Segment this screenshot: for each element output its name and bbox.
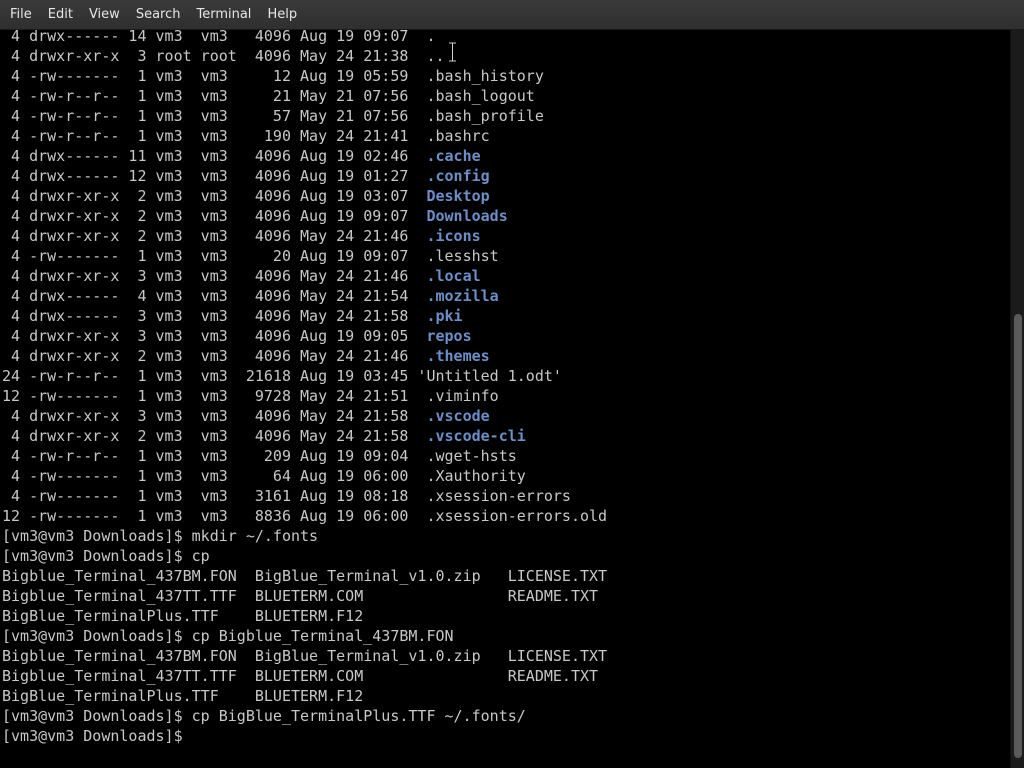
listing-attributes: 4 drwxr-xr-x 3 root root 4096 May 24 21:…	[2, 47, 427, 65]
listing-line: 4 -rw-r--r-- 1 vm3 vm3 209 Aug 19 09:04 …	[2, 446, 517, 466]
listing-attributes: 4 drwxr-xr-x 3 vm3 vm3 4096 May 24 21:46	[2, 267, 427, 285]
listing-attributes: 4 drwxr-xr-x 2 vm3 vm3 4096 May 24 21:46	[2, 227, 427, 245]
listing-line: 4 drwxr-xr-x 2 vm3 vm3 4096 May 24 21:46…	[2, 346, 490, 366]
prompt-line: [vm3@vm3 Downloads]$ mkdir ~/.fonts	[2, 527, 319, 545]
listing-attributes: 4 -rw------- 1 vm3 vm3 64 Aug 19 06:00	[2, 467, 427, 485]
file-name: .Xauthority	[426, 467, 526, 485]
directory-name: Downloads	[426, 207, 508, 225]
directory-name: .pki	[426, 307, 463, 325]
listing-line: 4 -rw------- 1 vm3 vm3 64 Aug 19 06:00 .…	[2, 466, 526, 486]
listing-attributes: 4 drwx------ 14 vm3 vm3 4096 Aug 19 09:0…	[2, 30, 427, 45]
menu-terminal[interactable]: Terminal	[188, 0, 259, 30]
file-name: .bash_profile	[426, 107, 544, 125]
output-line: Bigblue_Terminal_437BM.FON BigBlue_Termi…	[2, 567, 608, 585]
menu-help[interactable]: Help	[259, 0, 305, 30]
listing-line: 4 drwx------ 12 vm3 vm3 4096 Aug 19 01:2…	[2, 166, 490, 186]
listing-line: 4 drwxr-xr-x 2 vm3 vm3 4096 May 24 21:58…	[2, 426, 526, 446]
listing-line: 4 drwxr-xr-x 3 vm3 vm3 4096 Aug 19 09:05…	[2, 326, 472, 346]
listing-attributes: 4 -rw-r--r-- 1 vm3 vm3 21 May 21 07:56	[2, 87, 427, 105]
listing-line: 4 drwx------ 3 vm3 vm3 4096 May 24 21:58…	[2, 306, 463, 326]
listing-line: 24 -rw-r--r-- 1 vm3 vm3 21618 Aug 19 03:…	[2, 366, 562, 386]
listing-attributes: 4 -rw------- 1 vm3 vm3 20 Aug 19 09:07	[2, 247, 427, 265]
directory-name: .cache	[426, 147, 481, 165]
directory-name: .icons	[426, 227, 481, 245]
listing-attributes: 4 drwxr-xr-x 3 vm3 vm3 4096 May 24 21:58	[2, 407, 427, 425]
listing-line: 4 -rw-r--r-- 1 vm3 vm3 57 May 21 07:56 .…	[2, 106, 544, 126]
directory-name: .vscode-cli	[426, 427, 526, 445]
output-line: BigBlue_TerminalPlus.TTF BLUETERM.F12	[2, 607, 364, 625]
listing-attributes: 24 -rw-r--r-- 1 vm3 vm3 21618 Aug 19 03:…	[2, 367, 418, 385]
menu-edit[interactable]: Edit	[40, 0, 81, 30]
listing-line: 4 drwx------ 4 vm3 vm3 4096 May 24 21:54…	[2, 286, 499, 306]
file-name: .bashrc	[426, 127, 490, 145]
directory-name: .mozilla	[426, 287, 499, 305]
file-name: ..	[426, 47, 445, 65]
listing-line: 4 -rw------- 1 vm3 vm3 20 Aug 19 09:07 .…	[2, 246, 499, 266]
listing-line: 4 drwxr-xr-x 3 vm3 vm3 4096 May 24 21:58…	[2, 406, 490, 426]
listing-line: 4 -rw-r--r-- 1 vm3 vm3 21 May 21 07:56 .…	[2, 86, 535, 106]
listing-line: 4 drwxr-xr-x 2 vm3 vm3 4096 May 24 21:46…	[2, 226, 481, 246]
file-name: .viminfo	[426, 387, 499, 405]
output-line: Bigblue_Terminal_437BM.FON BigBlue_Termi…	[2, 647, 608, 665]
directory-name: .config	[426, 167, 490, 185]
file-name: 'Untitled 1.odt'	[417, 367, 562, 385]
listing-attributes: 4 -rw-r--r-- 1 vm3 vm3 209 Aug 19 09:04	[2, 447, 427, 465]
listing-attributes: 4 -rw-r--r-- 1 vm3 vm3 190 May 24 21:41	[2, 127, 427, 145]
scrollbar-thumb[interactable]	[1014, 314, 1022, 758]
terminal-output[interactable]: 4 drwx------ 14 vm3 vm3 4096 Aug 19 09:0…	[0, 30, 1010, 768]
listing-attributes: 4 drwxr-xr-x 2 vm3 vm3 4096 May 24 21:58	[2, 427, 427, 445]
listing-line: 4 drwx------ 11 vm3 vm3 4096 Aug 19 02:4…	[2, 146, 481, 166]
directory-name: Desktop	[426, 187, 490, 205]
listing-line: 12 -rw------- 1 vm3 vm3 9728 May 24 21:5…	[2, 386, 499, 406]
listing-line: 4 drwxr-xr-x 2 vm3 vm3 4096 Aug 19 03:07…	[2, 186, 490, 206]
file-name: .bash_logout	[426, 87, 535, 105]
prompt-line: [vm3@vm3 Downloads]$ cp BigBlue_Terminal…	[2, 707, 526, 725]
file-name: .wget-hsts	[426, 447, 517, 465]
listing-line: 4 drwxr-xr-x 3 vm3 vm3 4096 May 24 21:46…	[2, 266, 481, 286]
directory-name: repos	[426, 327, 472, 345]
menu-bar: File Edit View Search Terminal Help	[0, 0, 1024, 30]
listing-line: 4 -rw------- 1 vm3 vm3 3161 Aug 19 08:18…	[2, 486, 571, 506]
listing-attributes: 4 -rw-r--r-- 1 vm3 vm3 57 May 21 07:56	[2, 107, 427, 125]
listing-attributes: 4 drwxr-xr-x 3 vm3 vm3 4096 Aug 19 09:05	[2, 327, 427, 345]
output-line: Bigblue_Terminal_437TT.TTF BLUETERM.COM …	[2, 667, 599, 685]
listing-attributes: 4 -rw------- 1 vm3 vm3 12 Aug 19 05:59	[2, 67, 427, 85]
directory-name: .themes	[426, 347, 490, 365]
listing-line: 12 -rw------- 1 vm3 vm3 8836 Aug 19 06:0…	[2, 506, 607, 526]
listing-attributes: 4 drwx------ 3 vm3 vm3 4096 May 24 21:58	[2, 307, 427, 325]
menu-view[interactable]: View	[81, 0, 128, 30]
listing-attributes: 4 drwx------ 12 vm3 vm3 4096 Aug 19 01:2…	[2, 167, 427, 185]
output-line: BigBlue_TerminalPlus.TTF BLUETERM.F12	[2, 687, 364, 705]
listing-attributes: 4 -rw------- 1 vm3 vm3 3161 Aug 19 08:18	[2, 487, 427, 505]
file-name: .bash_history	[426, 67, 544, 85]
file-name: .	[426, 30, 436, 45]
listing-line: 4 drwx------ 14 vm3 vm3 4096 Aug 19 09:0…	[2, 30, 435, 46]
listing-line: 4 drwxr-xr-x 3 root root 4096 May 24 21:…	[2, 46, 445, 66]
prompt-line: [vm3@vm3 Downloads]$ cp	[2, 547, 210, 565]
listing-line: 4 drwxr-xr-x 2 vm3 vm3 4096 Aug 19 09:07…	[2, 206, 508, 226]
prompt-line: [vm3@vm3 Downloads]$	[2, 727, 192, 745]
listing-attributes: 12 -rw------- 1 vm3 vm3 8836 Aug 19 06:0…	[2, 507, 427, 525]
file-name: .xsession-errors.old	[426, 507, 608, 525]
listing-attributes: 4 drwx------ 4 vm3 vm3 4096 May 24 21:54	[2, 287, 427, 305]
listing-attributes: 4 drwxr-xr-x 2 vm3 vm3 4096 Aug 19 03:07	[2, 187, 427, 205]
text-cursor-icon	[449, 42, 456, 62]
file-name: .xsession-errors	[426, 487, 571, 505]
listing-attributes: 4 drwxr-xr-x 2 vm3 vm3 4096 May 24 21:46	[2, 347, 427, 365]
directory-name: .local	[426, 267, 481, 285]
listing-attributes: 4 drwx------ 11 vm3 vm3 4096 Aug 19 02:4…	[2, 147, 427, 165]
terminal-scrollbar[interactable]	[1010, 30, 1024, 768]
menu-search[interactable]: Search	[128, 0, 189, 30]
output-line: Bigblue_Terminal_437TT.TTF BLUETERM.COM …	[2, 587, 599, 605]
listing-line: 4 -rw-r--r-- 1 vm3 vm3 190 May 24 21:41 …	[2, 126, 490, 146]
listing-attributes: 12 -rw------- 1 vm3 vm3 9728 May 24 21:5…	[2, 387, 427, 405]
directory-name: .vscode	[426, 407, 490, 425]
listing-line: 4 -rw------- 1 vm3 vm3 12 Aug 19 05:59 .…	[2, 66, 544, 86]
file-name: .lesshst	[426, 247, 499, 265]
listing-attributes: 4 drwxr-xr-x 2 vm3 vm3 4096 Aug 19 09:07	[2, 207, 427, 225]
menu-file[interactable]: File	[2, 0, 40, 30]
prompt-line: [vm3@vm3 Downloads]$ cp Bigblue_Terminal…	[2, 627, 454, 645]
